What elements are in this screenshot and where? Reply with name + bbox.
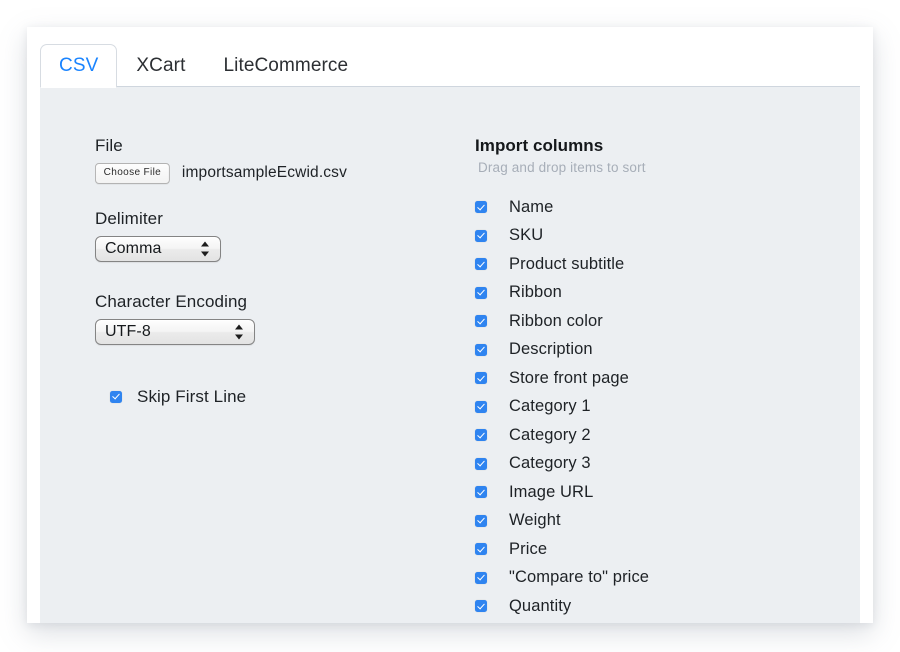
import-columns-title: Import columns <box>475 136 815 156</box>
column-checkbox[interactable] <box>475 372 487 384</box>
skip-first-line-row[interactable]: Skip First Line <box>110 387 435 407</box>
updown-chevron-icon <box>235 323 244 340</box>
file-label: File <box>95 136 435 156</box>
encoding-label: Character Encoding <box>95 292 435 312</box>
list-item[interactable]: Store front page <box>475 364 815 393</box>
column-checkbox[interactable] <box>475 429 487 441</box>
column-label: Ribbon <box>509 283 562 302</box>
list-item[interactable]: Enabled <box>475 621 815 624</box>
list-item[interactable]: "Compare to" price <box>475 564 815 593</box>
column-label: "Compare to" price <box>509 568 649 587</box>
list-item[interactable]: Category 2 <box>475 421 815 450</box>
import-columns-subtitle: Drag and drop items to sort <box>478 160 815 176</box>
column-label: Name <box>509 198 553 217</box>
column-label: Product subtitle <box>509 255 624 274</box>
list-item[interactable]: Ribbon color <box>475 307 815 336</box>
column-checkbox[interactable] <box>475 486 487 498</box>
list-item[interactable]: Price <box>475 535 815 564</box>
column-checkbox[interactable] <box>475 201 487 213</box>
column-label: Category 2 <box>509 426 591 445</box>
screenshot-stage: CSV XCart LiteCommerce File Choose File … <box>0 0 900 652</box>
column-checkbox[interactable] <box>475 315 487 327</box>
tab-litecommerce[interactable]: LiteCommerce <box>204 44 367 87</box>
import-columns-list: Name SKU Product subtitle Ribbon Ribbon colo… <box>475 193 815 623</box>
tab-panel-csv: File Choose File importsampleEcwid.csv D… <box>40 86 860 623</box>
list-item[interactable]: Weight <box>475 507 815 536</box>
column-checkbox[interactable] <box>475 515 487 527</box>
column-checkbox[interactable] <box>475 401 487 413</box>
tab-bar: CSV XCart LiteCommerce <box>27 27 873 87</box>
list-item[interactable]: Product subtitle <box>475 250 815 279</box>
choose-file-button[interactable]: Choose File <box>95 163 170 184</box>
column-checkbox[interactable] <box>475 458 487 470</box>
file-field-group: File Choose File importsampleEcwid.csv <box>95 136 435 184</box>
tab-xcart[interactable]: XCart <box>117 44 204 87</box>
skip-first-line-checkbox[interactable] <box>110 391 122 403</box>
updown-chevron-icon <box>201 240 210 257</box>
tab-list: CSV XCart LiteCommerce <box>40 38 367 87</box>
file-row: Choose File importsampleEcwid.csv <box>95 163 435 184</box>
column-checkbox[interactable] <box>475 344 487 356</box>
tab-xcart-label: XCart <box>136 55 185 76</box>
selected-file-name: importsampleEcwid.csv <box>182 164 347 182</box>
tab-litecommerce-label: LiteCommerce <box>223 55 348 76</box>
skip-first-line-label: Skip First Line <box>137 387 246 407</box>
list-item[interactable]: Image URL <box>475 478 815 507</box>
column-label: Ribbon color <box>509 312 603 331</box>
import-settings-card: CSV XCart LiteCommerce File Choose File … <box>27 27 873 623</box>
column-label: SKU <box>509 226 543 245</box>
column-checkbox[interactable] <box>475 572 487 584</box>
column-label: Quantity <box>509 597 571 616</box>
column-label: Image URL <box>509 483 593 502</box>
csv-settings-column: File Choose File importsampleEcwid.csv D… <box>95 136 435 407</box>
list-item[interactable]: SKU <box>475 222 815 251</box>
column-checkbox[interactable] <box>475 230 487 242</box>
list-item[interactable]: Description <box>475 336 815 365</box>
column-checkbox[interactable] <box>475 543 487 555</box>
column-checkbox[interactable] <box>475 258 487 270</box>
list-item[interactable]: Category 3 <box>475 450 815 479</box>
column-label: Price <box>509 540 547 559</box>
encoding-select-value: UTF-8 <box>105 323 151 341</box>
column-label: Weight <box>509 511 561 530</box>
encoding-field-group: Character Encoding UTF-8 <box>95 292 435 350</box>
column-checkbox[interactable] <box>475 600 487 612</box>
tab-csv[interactable]: CSV <box>40 44 117 87</box>
column-label: Category 3 <box>509 454 591 473</box>
column-label: Description <box>509 340 593 359</box>
import-columns-column: Import columns Drag and drop items to so… <box>475 136 815 623</box>
column-label: Category 1 <box>509 397 591 416</box>
list-item[interactable]: Category 1 <box>475 393 815 422</box>
column-checkbox[interactable] <box>475 287 487 299</box>
list-item[interactable]: Ribbon <box>475 279 815 308</box>
list-item[interactable]: Quantity <box>475 592 815 621</box>
delimiter-select-value: Comma <box>105 240 162 258</box>
column-label: Store front page <box>509 369 629 388</box>
delimiter-select[interactable]: Comma <box>95 236 221 262</box>
delimiter-field-group: Delimiter Comma <box>95 209 435 267</box>
delimiter-label: Delimiter <box>95 209 435 229</box>
tab-csv-label: CSV <box>59 55 98 76</box>
list-item[interactable]: Name <box>475 193 815 222</box>
encoding-select[interactable]: UTF-8 <box>95 319 255 345</box>
